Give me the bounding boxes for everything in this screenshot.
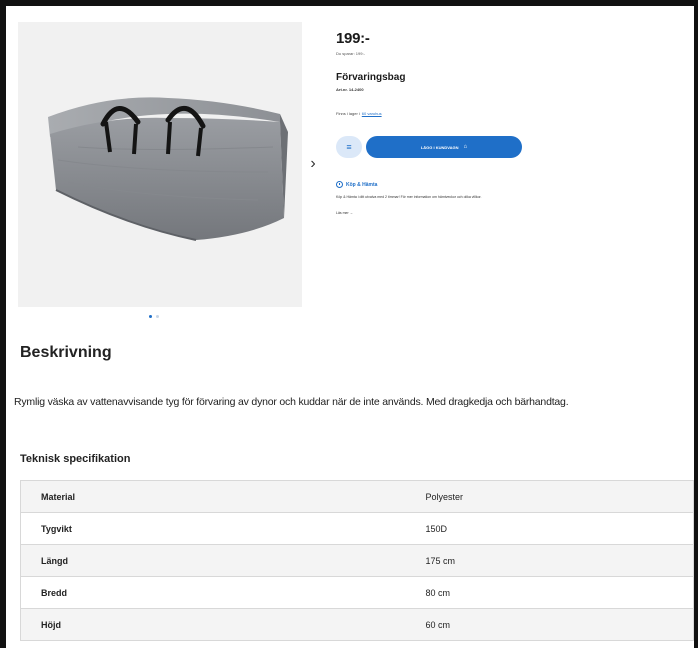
quantity-button[interactable]: ≡ bbox=[336, 136, 362, 158]
bag-illustration bbox=[48, 97, 288, 241]
spec-heading: Teknisk specifikation bbox=[20, 453, 131, 465]
stock-status: Finns i lager i 60 varuhus bbox=[336, 111, 382, 116]
article-number: Art.nr. 14-2400 bbox=[336, 87, 364, 92]
pickup-title: Köp & Hämta bbox=[336, 181, 377, 188]
spec-key: Material bbox=[20, 480, 406, 513]
spec-value: 175 cm bbox=[405, 544, 694, 577]
spec-key: Längd bbox=[20, 544, 406, 577]
gallery-dot-2[interactable] bbox=[156, 315, 159, 318]
gallery-next-button[interactable]: › bbox=[306, 154, 320, 174]
add-to-cart-label: LÄGG I KUNDVAGN bbox=[420, 144, 459, 150]
stock-text: Finns i lager i bbox=[336, 111, 360, 116]
add-to-cart-button[interactable]: LÄGG I KUNDVAGN ⌂ bbox=[366, 136, 522, 158]
table-row: Tygvikt 150D bbox=[20, 512, 694, 545]
stock-link[interactable]: 60 varuhus bbox=[362, 111, 382, 116]
product-page: › 199:- Du sparar: 199:- Förvaringsbag A… bbox=[6, 6, 694, 648]
spec-key: Bredd bbox=[20, 576, 406, 609]
product-image[interactable] bbox=[18, 22, 302, 307]
product-name: Förvaringsbag bbox=[336, 72, 406, 83]
cart-icon: ⌂ bbox=[463, 144, 468, 150]
description-heading: Beskrivning bbox=[20, 344, 112, 361]
spec-value: 60 cm bbox=[405, 608, 694, 641]
pickup-text: Köp & Hämta i ditt utvalva med 2 timmar!… bbox=[336, 195, 482, 199]
spec-value: Polyester bbox=[405, 480, 694, 513]
spec-value: 80 cm bbox=[405, 576, 694, 609]
gallery-dot-1[interactable] bbox=[149, 315, 152, 318]
spec-key: Tygvikt bbox=[20, 512, 406, 545]
spec-table: Material Polyester Tygvikt 150D Längd 17… bbox=[20, 480, 694, 641]
read-more-link[interactable]: Läs mer → bbox=[336, 211, 353, 215]
clock-icon bbox=[336, 181, 343, 188]
spec-key: Höjd bbox=[20, 608, 406, 641]
table-row: Längd 175 cm bbox=[20, 544, 694, 577]
table-row: Höjd 60 cm bbox=[20, 608, 694, 641]
spec-value: 150D bbox=[405, 512, 694, 545]
gallery-dots bbox=[149, 315, 159, 318]
table-row: Material Polyester bbox=[20, 480, 694, 513]
price-note: Du sparar: 199:- bbox=[336, 51, 365, 56]
table-row: Bredd 80 cm bbox=[20, 576, 694, 609]
product-price: 199:- bbox=[336, 30, 370, 47]
description-text: Rymlig väska av vattenavvisande tyg för … bbox=[14, 396, 569, 408]
pickup-title-label: Köp & Hämta bbox=[346, 181, 378, 188]
